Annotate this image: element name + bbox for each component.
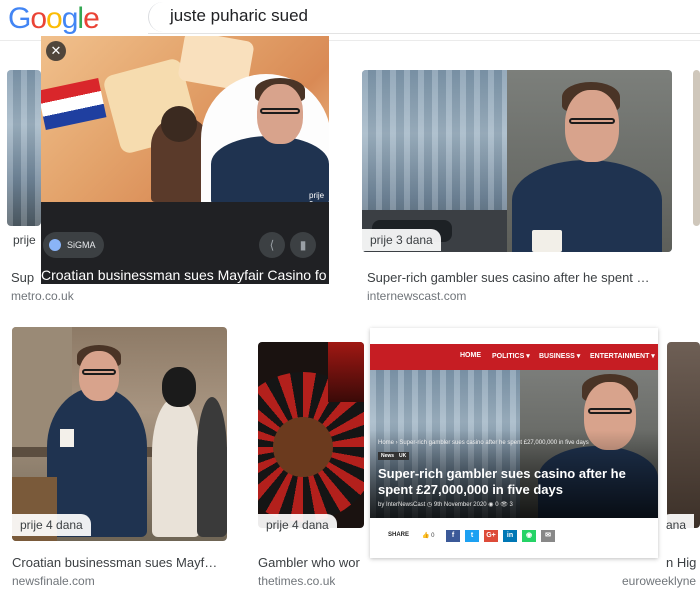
article-preview-overlay[interactable]: HOME POLITICS ▾ BUSINESS ▾ ENTERTAINMENT… [370,328,658,558]
article-headline[interactable]: Super-rich gambler sues casino after he … [378,466,648,498]
category-badge-uk[interactable]: UK [396,452,410,460]
result-source[interactable]: euroweeklyne [622,574,700,588]
image-search-page: Google juste puharic sued prije Sup metr… [0,0,700,600]
search-box[interactable]: juste puharic sued [148,0,700,34]
logo-letter: G [8,2,31,35]
result-time-badge: ana [660,514,695,536]
result-thumbnail-newsfinale[interactable] [12,327,227,541]
result-source[interactable]: internewscast.com [367,289,466,303]
result-time-badge: prije [7,229,44,251]
linkedin-share-button[interactable]: in [503,530,517,542]
image-preview-popup[interactable]: prije 9 ✕ SiGMA ⟨ ▮ Croatian businessman… [41,36,329,284]
logo-letter: g [61,2,79,35]
share-bar: SHARE 👍 0 f t G+ in ◉ ✉ [370,528,658,544]
google-logo[interactable]: Google [8,2,100,36]
result-time-badge: prije 4 dana [12,514,91,536]
globe-icon [49,238,61,251]
result-title[interactable]: n Hig [666,555,700,570]
result-thumbnail-thetimes[interactable] [258,342,364,528]
result-title[interactable]: Super-rich gambler sues casino after he … [367,270,667,285]
search-input[interactable]: juste puharic sued [170,6,308,26]
googleplus-share-button[interactable]: G+ [484,530,498,542]
twitter-share-button[interactable]: t [465,530,479,542]
source-chip[interactable]: SiGMA [43,232,104,258]
result-source[interactable]: metro.co.uk [11,289,74,303]
logo-letter: o [30,2,47,35]
nav-entertainment[interactable]: ENTERTAINMENT ▾ [590,352,655,360]
nav-home[interactable]: HOME [460,352,481,359]
share-icon[interactable]: ⟨ [259,232,285,258]
logo-letter: o [46,2,63,35]
whatsapp-share-button[interactable]: ◉ [522,530,536,542]
result-time-badge: prije 3 dana [362,229,441,251]
result-source[interactable]: thetimes.co.uk [258,574,335,588]
result-source[interactable]: newsfinale.com [12,574,95,588]
result-thumbnail-partial[interactable] [693,70,700,226]
close-icon[interactable]: ✕ [46,41,66,61]
bookmark-icon[interactable]: ▮ [290,232,316,258]
result-title[interactable]: Gambler who wor [258,555,366,570]
search-box-edge [148,2,168,32]
article-breadcrumb: Home › Super-rich gambler sues casino af… [378,440,589,446]
result-time-badge: prije 4 dana [258,514,337,536]
source-chip-label: SiGMA [67,240,96,250]
article-byline: by InterNewsCast ◷ 9th November 2020 ◉ 0… [378,502,513,508]
email-share-button[interactable]: ✉ [541,530,555,542]
nav-politics[interactable]: POLITICS ▾ [492,352,530,360]
popup-image[interactable]: prije 9 [41,36,329,202]
category-badge-news[interactable]: News [378,452,398,460]
share-count: 👍 0 [422,533,435,539]
popup-action-bar: SiGMA ⟨ ▮ [41,222,329,264]
share-label: SHARE [388,532,410,538]
article-nav-bar: HOME POLITICS ▾ BUSINESS ▾ ENTERTAINMENT… [370,344,658,370]
result-title[interactable]: Sup [11,270,41,285]
facebook-share-button[interactable]: f [446,530,460,542]
result-thumbnail-euroweekly[interactable] [667,342,700,528]
popup-timestamp: prije 9 [309,191,325,202]
result-title[interactable]: Croatian businessman sues Mayf… [12,555,227,570]
nav-business[interactable]: BUSINESS ▾ [539,352,580,360]
popup-title[interactable]: Croatian businessman sues Mayfair Casino… [41,267,329,283]
result-thumbnail-metro[interactable] [7,70,41,226]
result-thumbnail-internewscast[interactable] [362,70,672,252]
logo-letter: e [83,2,100,35]
